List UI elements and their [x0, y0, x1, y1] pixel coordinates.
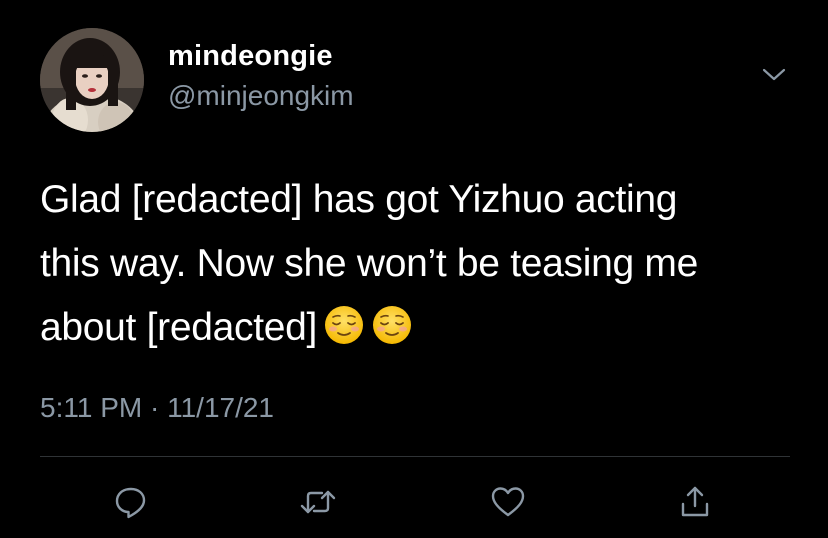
avatar-photo	[40, 28, 144, 132]
tweet-text-line: about [redacted]	[40, 306, 318, 349]
tweet-text-line: this way. Now she won’t be teasing me	[40, 242, 698, 285]
timestamp-separator: ·	[149, 392, 160, 423]
tweet-card: mindeongie @minjeongkim Glad [redacted] …	[0, 0, 828, 538]
like-button[interactable]	[486, 480, 530, 524]
relieved-face-emoji	[371, 302, 413, 344]
display-name[interactable]: mindeongie	[168, 40, 333, 73]
tweet-text-line-last: about [redacted]	[40, 296, 810, 360]
relieved-face-emoji	[323, 302, 365, 344]
avatar[interactable]	[40, 28, 144, 132]
tweet-text: Glad [redacted] has got Yizhuo acting th…	[40, 168, 810, 360]
user-handle[interactable]: @minjeongkim	[168, 80, 354, 112]
share-upload-icon	[681, 486, 709, 517]
chevron-down-icon[interactable]	[758, 62, 790, 86]
retweet-button[interactable]	[296, 480, 340, 524]
tweet-time: 5:11 PM	[40, 392, 143, 423]
reply-button[interactable]	[109, 480, 153, 524]
divider	[40, 456, 790, 457]
heart-icon	[491, 487, 525, 517]
action-bar	[0, 470, 828, 530]
share-button[interactable]	[673, 480, 717, 524]
retweet-arrows-icon	[300, 490, 336, 514]
tweet-text-line: Glad [redacted] has got Yizhuo acting	[40, 178, 678, 221]
comment-bubble-icon	[115, 487, 146, 519]
tweet-timestamp[interactable]: 5:11 PM · 11/17/21	[40, 392, 274, 424]
tweet-date: 11/17/21	[167, 392, 275, 423]
